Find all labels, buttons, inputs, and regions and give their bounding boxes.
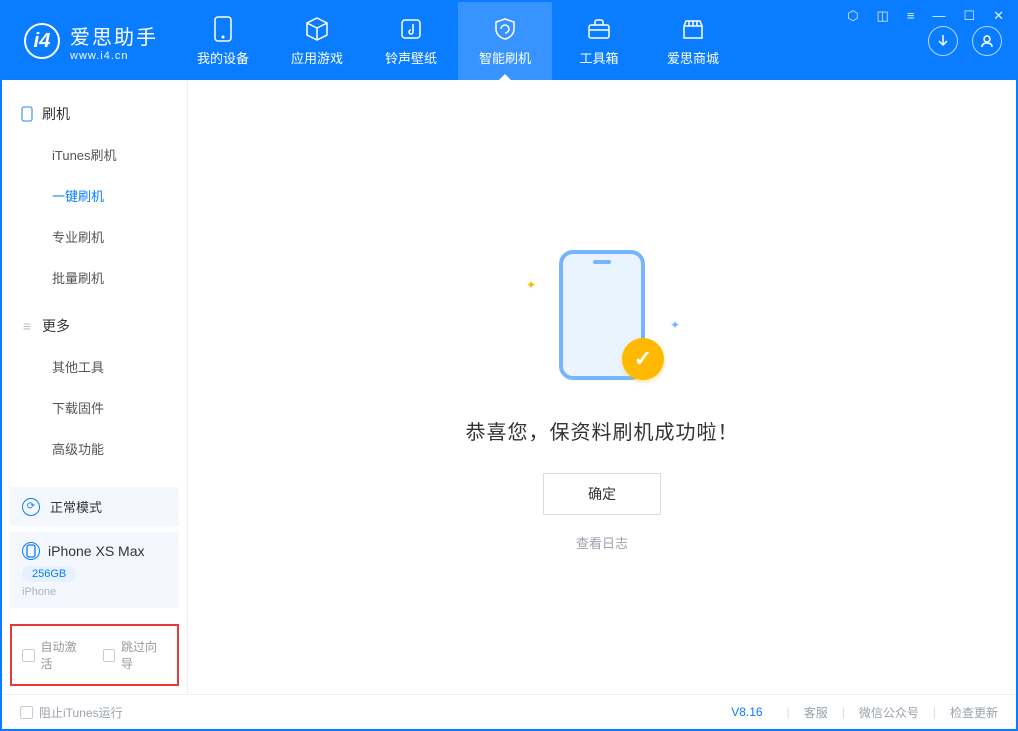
phone-icon (22, 542, 40, 560)
nav-my-device[interactable]: 我的设备 (176, 2, 270, 80)
checkbox-icon (22, 649, 35, 662)
sidebar-cat-more: ≡ 更多 (2, 306, 187, 346)
shirt-icon[interactable]: ⬡ (843, 6, 862, 26)
wechat-link[interactable]: 微信公众号 (859, 704, 919, 721)
flash-options: 自动激活 跳过向导 (10, 624, 179, 686)
view-log-link[interactable]: 查看日志 (576, 533, 628, 552)
nav-ringtone-wallpaper[interactable]: 铃声壁纸 (364, 2, 458, 80)
opt-auto-activate[interactable]: 自动激活 (22, 638, 87, 672)
close-button[interactable]: ✕ (989, 6, 1008, 26)
block-itunes-checkbox[interactable]: 阻止iTunes运行 (20, 704, 123, 721)
check-update-link[interactable]: 检查更新 (950, 704, 998, 721)
device-storage: 256GB (22, 566, 76, 582)
list-icon: ≡ (20, 318, 34, 334)
device-name: iPhone XS Max (48, 543, 145, 559)
app-name: 爱思助手 (70, 21, 158, 50)
sidebar-item-other-tools[interactable]: 其他工具 (2, 346, 187, 387)
nav-apps-games[interactable]: 应用游戏 (270, 2, 364, 80)
app-logo: i4 爱思助手 www.i4.cn (2, 2, 176, 80)
success-message: 恭喜您，保资料刷机成功啦！ (466, 416, 739, 445)
checkbox-icon (103, 649, 116, 662)
check-badge-icon: ✓ (622, 338, 664, 380)
main-nav: 我的设备 应用游戏 铃声壁纸 智能刷机 工具箱 爱思商城 (176, 2, 740, 80)
opt-skip-guide[interactable]: 跳过向导 (103, 638, 168, 672)
music-icon (398, 16, 424, 42)
maximize-button[interactable]: ☐ (959, 6, 979, 26)
logo-icon: i4 (24, 23, 60, 59)
nav-smart-flash[interactable]: 智能刷机 (458, 2, 552, 80)
device-type: iPhone (22, 586, 167, 598)
sidebar-item-batch-flash[interactable]: 批量刷机 (2, 257, 187, 298)
success-illustration: ✦ ✓ ✦ (522, 250, 682, 390)
sidebar-item-itunes-flash[interactable]: iTunes刷机 (2, 134, 187, 175)
menu-icon[interactable]: ≡ (903, 6, 919, 26)
user-button[interactable] (972, 26, 1002, 56)
main-content: ✦ ✓ ✦ 恭喜您，保资料刷机成功啦！ 确定 查看日志 (188, 80, 1016, 694)
sidebar-cat-flash: 刷机 (2, 94, 187, 134)
toolbox-icon (586, 16, 612, 42)
sidebar-item-oneclick-flash[interactable]: 一键刷机 (2, 175, 187, 216)
store-icon (680, 16, 706, 42)
minimize-button[interactable]: — (928, 6, 949, 26)
sidebar-item-advanced[interactable]: 高级功能 (2, 428, 187, 469)
sparkle-icon: ✦ (526, 278, 536, 292)
app-header: i4 爱思助手 www.i4.cn 我的设备 应用游戏 铃声壁纸 智能刷机 工具… (2, 2, 1016, 80)
ok-button[interactable]: 确定 (543, 473, 661, 515)
checkbox-icon (20, 706, 33, 719)
download-button[interactable] (928, 26, 958, 56)
sidebar: 刷机 iTunes刷机 一键刷机 专业刷机 批量刷机 ≡ 更多 其他工具 下载固… (2, 80, 188, 694)
cube-icon (304, 16, 330, 42)
refresh-shield-icon (492, 16, 518, 42)
lock-icon[interactable]: ◫ (873, 6, 893, 26)
device-mode[interactable]: ⟳ 正常模式 (10, 487, 179, 526)
sidebar-item-pro-flash[interactable]: 专业刷机 (2, 216, 187, 257)
support-link[interactable]: 客服 (804, 704, 828, 721)
sparkle-icon: ✦ (670, 318, 680, 332)
nav-toolbox[interactable]: 工具箱 (552, 2, 646, 80)
device-icon (210, 16, 236, 42)
sidebar-item-download-firmware[interactable]: 下载固件 (2, 387, 187, 428)
nav-store[interactable]: 爱思商城 (646, 2, 740, 80)
mode-icon: ⟳ (22, 498, 40, 516)
phone-small-icon (20, 106, 34, 122)
app-site: www.i4.cn (70, 50, 158, 62)
status-bar: 阻止iTunes运行 V8.16 | 客服 | 微信公众号 | 检查更新 (2, 694, 1016, 729)
device-info[interactable]: iPhone XS Max 256GB iPhone (10, 532, 179, 608)
window-controls: ⬡ ◫ ≡ — ☐ ✕ (843, 6, 1008, 26)
version-label: V8.16 (731, 705, 762, 719)
